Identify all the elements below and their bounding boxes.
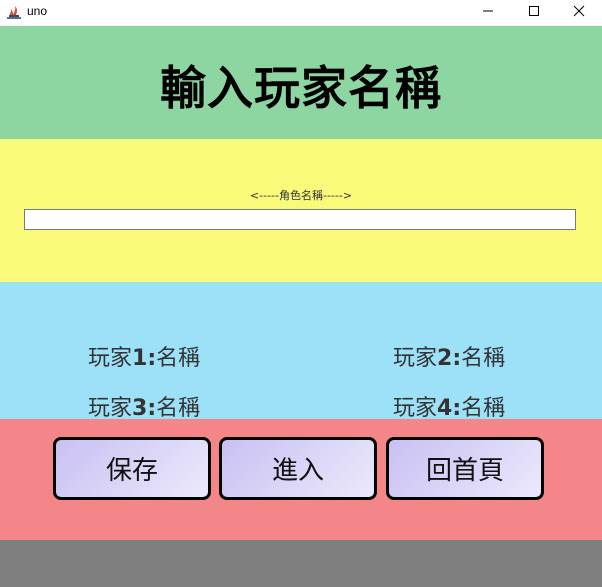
close-icon: [573, 5, 585, 17]
footer-panel: [0, 540, 602, 587]
character-name-label: <-----角色名稱----->: [249, 189, 353, 202]
maximize-button[interactable]: [511, 0, 557, 22]
java-app-icon: [6, 3, 22, 20]
save-button[interactable]: 保存: [53, 437, 211, 500]
page-title: 輸入玩家名稱: [160, 61, 442, 115]
player-4-label: 玩家4:名稱: [393, 396, 506, 421]
window-titlebar[interactable]: uno: [0, 0, 602, 26]
minimize-icon: [483, 10, 493, 12]
enter-button[interactable]: 進入: [219, 437, 377, 500]
close-button[interactable]: [556, 0, 602, 22]
window-title: uno: [27, 4, 48, 18]
character-name-input[interactable]: [24, 209, 576, 230]
maximize-icon: [529, 6, 539, 16]
player-2-label: 玩家2:名稱: [393, 346, 506, 371]
player-1-label: 玩家1:名稱: [88, 346, 201, 371]
minimize-button[interactable]: [465, 0, 511, 22]
player-3-label: 玩家3:名稱: [88, 396, 201, 421]
home-button[interactable]: 回首頁: [386, 437, 544, 500]
